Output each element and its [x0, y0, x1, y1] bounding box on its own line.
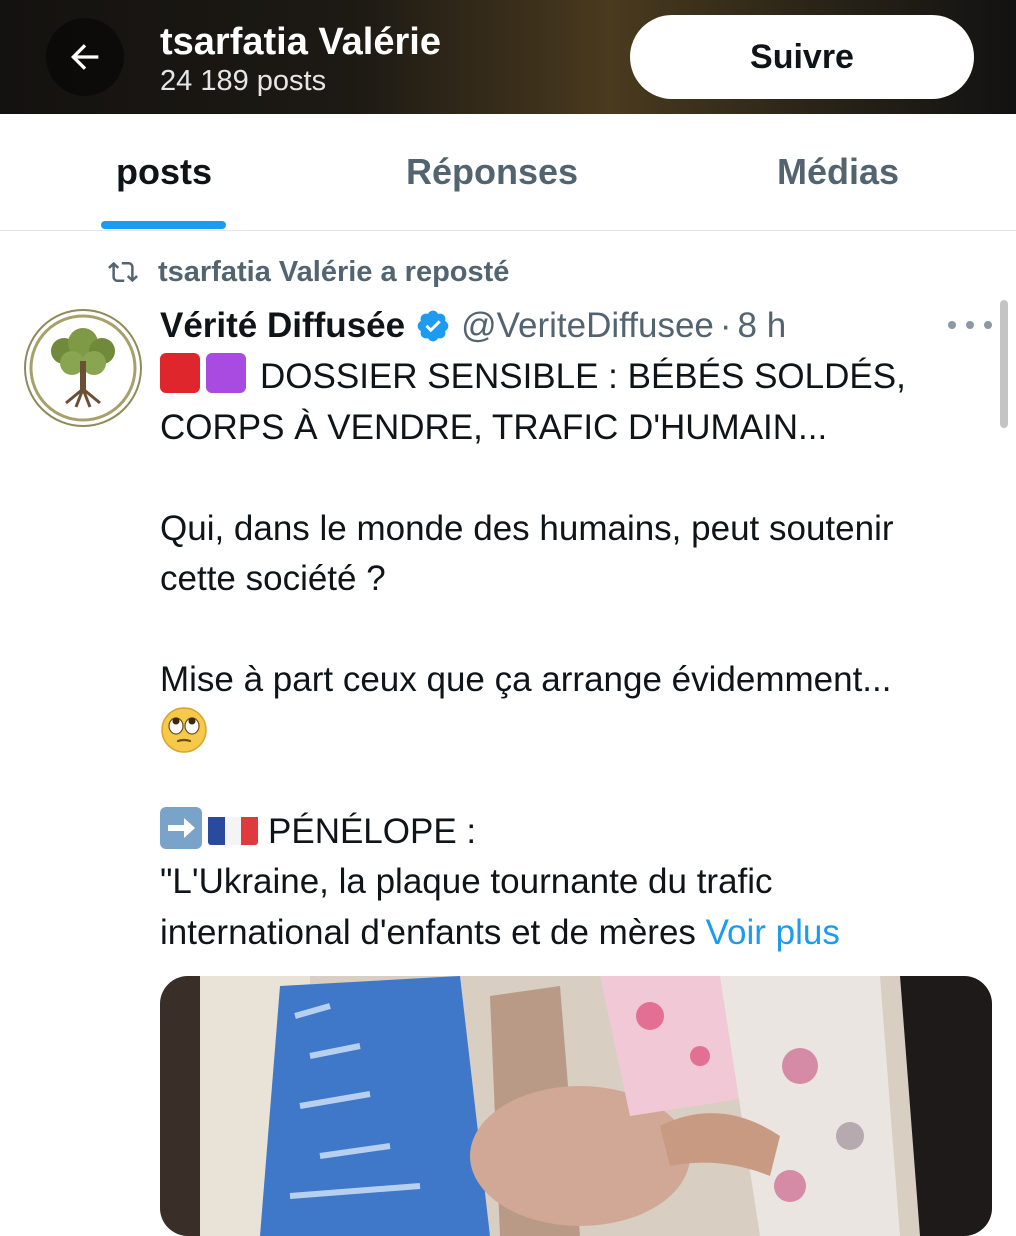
scrollbar[interactable]: [1000, 300, 1008, 428]
active-tab-indicator: [101, 221, 226, 229]
author-handle[interactable]: @VeriteDiffusee: [461, 306, 714, 346]
video-thumbnail: [160, 976, 992, 1236]
post-line-5: Mise à part ceux que ça arrange évidemme…: [160, 660, 892, 699]
tab-replies[interactable]: Réponses: [370, 114, 614, 230]
profile-name: tsarfatia Valérie: [160, 21, 441, 63]
profile-tabs: posts Réponses Médias: [0, 114, 1016, 231]
avatar[interactable]: [24, 309, 142, 427]
meta-separator: ·: [719, 306, 732, 345]
post-line-2: CORPS À VENDRE, TRAFIC D'HUMAIN...: [160, 407, 828, 447]
show-more-link[interactable]: Voir plus: [706, 913, 840, 952]
verified-badge-icon: [415, 308, 451, 344]
tree-logo: [29, 314, 137, 422]
post-line-7: "L'Ukraine, la plaque tournante du trafi…: [160, 862, 773, 901]
post-text: DOSSIER SENSIBLE : BÉBÉS SOLDÉS, CORPS À…: [160, 352, 1000, 958]
post-count: 24 189 posts: [160, 65, 327, 97]
repost-text: tsarfatia Valérie a reposté: [158, 255, 510, 288]
ellipsis-icon[interactable]: [948, 310, 992, 340]
post-line-4: cette société ?: [160, 559, 386, 598]
repost-icon: [108, 261, 138, 283]
tab-posts[interactable]: posts: [60, 114, 268, 230]
post-header: Vérité Diffusée @VeriteDiffusee · 8 h: [160, 304, 786, 348]
purple-square-icon: [206, 353, 246, 393]
repost-context[interactable]: tsarfatia Valérie a reposté: [106, 254, 509, 290]
back-button[interactable]: [46, 18, 124, 96]
author-name[interactable]: Vérité Diffusée: [160, 306, 405, 346]
follow-button[interactable]: Suivre: [630, 15, 974, 99]
france-flag-icon: [208, 813, 258, 845]
post-line-1: DOSSIER SENSIBLE : BÉBÉS SOLDÉS,: [260, 357, 906, 396]
face-with-rolling-eyes-icon: [161, 706, 207, 753]
right-arrow-icon: [160, 806, 202, 849]
post-line-6: PÉNÉLOPE :: [268, 811, 477, 851]
tab-media[interactable]: Médias: [736, 114, 940, 230]
post-line-3: Qui, dans le monde des humains, peut sou…: [160, 508, 894, 548]
profile-header: tsarfatia Valérie 24 189 posts Suivre: [0, 0, 1016, 114]
arrow-left-icon: [71, 44, 99, 70]
post-time[interactable]: 8 h: [738, 306, 787, 346]
red-square-icon: [160, 353, 200, 393]
post-line-8: international d'enfants et de mères: [160, 912, 696, 952]
post-media-video[interactable]: [160, 976, 992, 1236]
